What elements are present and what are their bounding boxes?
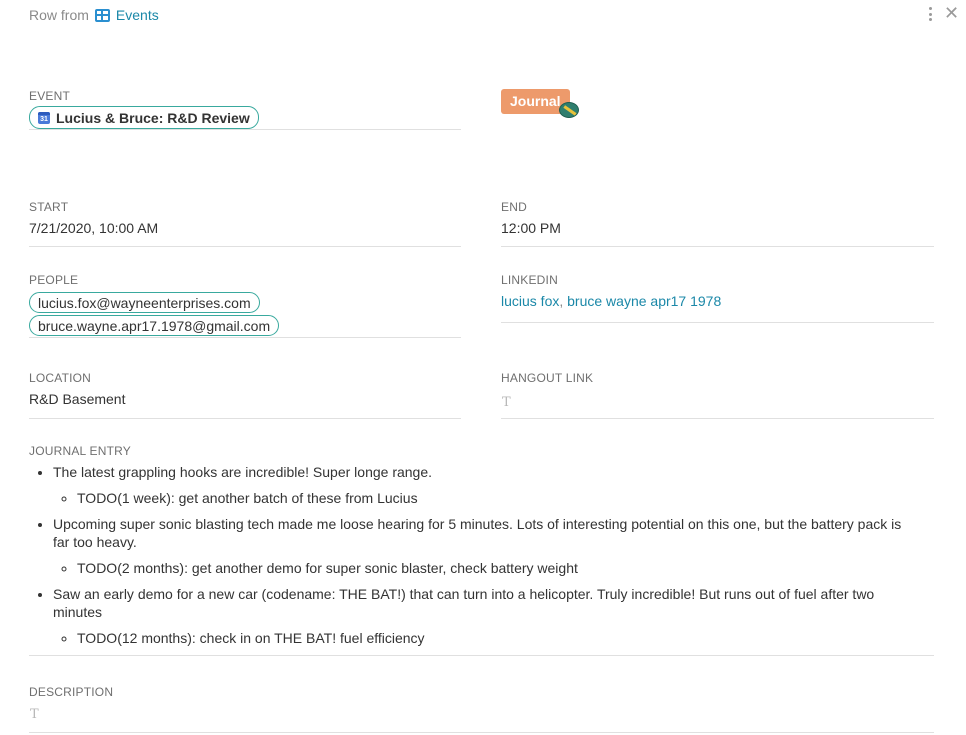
table-icon: [94, 8, 110, 22]
events-table-name: Events: [115, 7, 159, 23]
location-label: LOCATION: [29, 371, 92, 385]
people-field: PEOPLE lucius.fox@wayneenterprises.com b…: [29, 273, 461, 338]
list-item: TODO(1 week): get another batch of these…: [77, 489, 914, 507]
list-item: The latest grappling hooks are incredibl…: [53, 463, 914, 507]
hangout-link-field: HANGOUT LINK T: [501, 371, 934, 419]
people-label: PEOPLE: [29, 273, 79, 287]
list-item: TODO(12 months): check in on THE BAT! fu…: [77, 629, 914, 647]
event-chip[interactable]: 31 Lucius & Bruce: R&D Review: [29, 106, 259, 129]
event-label: EVENT: [29, 89, 71, 103]
start-label: START: [29, 200, 69, 214]
start-field: START 7/21/2020, 10:00 AM: [29, 200, 461, 247]
bullet-text: Upcoming super sonic blasting tech made …: [53, 516, 902, 550]
text-type-icon: T: [30, 707, 39, 722]
events-table-link[interactable]: Events: [94, 7, 159, 23]
event-value-area[interactable]: 31 Lucius & Bruce: R&D Review: [29, 103, 461, 130]
end-value[interactable]: 12:00 PM: [501, 214, 934, 247]
description-field: DESCRIPTION T: [29, 685, 934, 733]
linkedin-value[interactable]: lucius fox, bruce wayne apr17 1978: [501, 287, 934, 323]
calendar-icon: 31: [38, 111, 50, 124]
linkedin-field: LINKEDIN lucius fox, bruce wayne apr17 1…: [501, 273, 934, 323]
person-chip[interactable]: lucius.fox@wayneenterprises.com: [29, 292, 260, 313]
location-field: LOCATION R&D Basement: [29, 371, 461, 419]
description-label: DESCRIPTION: [29, 685, 114, 699]
list-item: TODO(2 months): get another demo for sup…: [77, 559, 914, 577]
event-field: EVENT 31 Lucius & Bruce: R&D Review: [29, 89, 461, 130]
linkedin-link[interactable]: bruce wayne apr17 1978: [567, 293, 721, 309]
row-source-breadcrumb: Row from Events: [29, 6, 159, 24]
end-label: END: [501, 200, 527, 214]
bullet-text: Saw an early demo for a new car (codenam…: [53, 586, 875, 620]
list-item: Upcoming super sonic blasting tech made …: [53, 515, 914, 577]
close-icon[interactable]: ✕: [944, 4, 959, 22]
linkedin-separator: ,: [559, 293, 564, 309]
journal-entry-label: JOURNAL ENTRY: [29, 444, 131, 458]
hangout-link-input[interactable]: T: [501, 385, 934, 419]
person-chip[interactable]: bruce.wayne.apr17.1978@gmail.com: [29, 315, 280, 336]
location-value[interactable]: R&D Basement: [29, 385, 461, 419]
more-vertical-icon[interactable]: [925, 6, 935, 22]
end-field: END 12:00 PM: [501, 200, 934, 247]
start-value[interactable]: 7/21/2020, 10:00 AM: [29, 214, 461, 247]
people-value-area[interactable]: lucius.fox@wayneenterprises.com bruce.wa…: [29, 287, 461, 338]
bullet-text: The latest grappling hooks are incredibl…: [53, 464, 433, 480]
linkedin-link[interactable]: lucius fox: [501, 293, 559, 309]
pencil-icon[interactable]: [559, 102, 579, 118]
row-from-label: Row from: [29, 7, 89, 23]
event-chip-text: Lucius & Bruce: R&D Review: [56, 109, 250, 126]
journal-entry-field: JOURNAL ENTRY The latest grappling hooks…: [29, 444, 934, 656]
text-type-icon: T: [502, 395, 511, 410]
list-item: Saw an early demo for a new car (codenam…: [53, 585, 914, 647]
hangout-link-label: HANGOUT LINK: [501, 371, 594, 385]
description-input[interactable]: T: [29, 699, 934, 733]
journal-entry-editor[interactable]: The latest grappling hooks are incredibl…: [29, 458, 934, 656]
linkedin-label: LINKEDIN: [501, 273, 558, 287]
